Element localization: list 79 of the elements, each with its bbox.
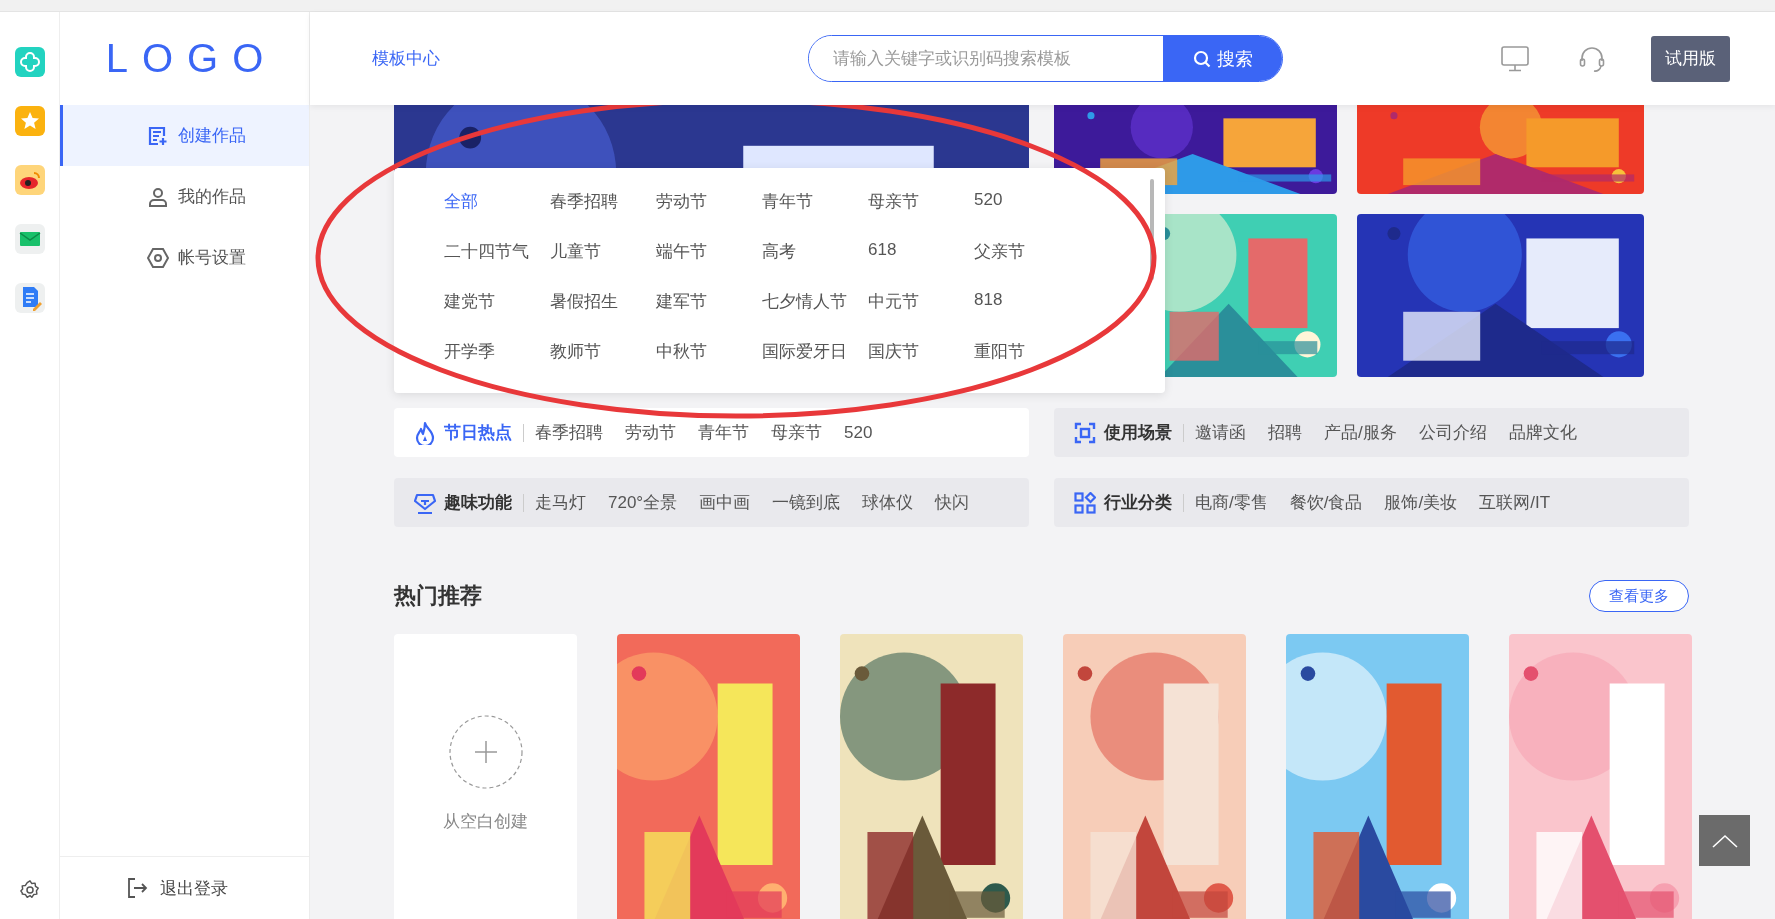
category-tag[interactable]: 公司介绍 (1418, 421, 1487, 444)
grid-icon (1074, 491, 1096, 514)
plus-circle-icon (447, 714, 524, 790)
category-tag[interactable]: 520 (844, 422, 873, 443)
category-tag[interactable]: 电商/零售 (1195, 491, 1268, 514)
category-option[interactable]: 建军节 (656, 290, 707, 313)
category-option[interactable]: 618 (868, 240, 897, 260)
section-title: 热门推荐 (394, 582, 482, 610)
category-option[interactable]: 劳动节 (656, 190, 707, 213)
category-tag[interactable]: 邀请函 (1195, 421, 1246, 444)
search-button[interactable]: 搜索 (1163, 36, 1282, 81)
settings-icon[interactable] (18, 879, 41, 901)
category-title: 行业分类 (1104, 492, 1172, 514)
flame-icon (414, 420, 436, 445)
category-option[interactable]: 中秋节 (656, 340, 707, 363)
eye-logo-icon[interactable] (14, 165, 45, 195)
category-tag[interactable]: 服饰/美妆 (1384, 491, 1458, 514)
category-option[interactable]: 七夕情人节 (762, 290, 847, 313)
category-title: 节日热点 (444, 422, 512, 444)
category-tag[interactable]: 春季招聘 (535, 421, 603, 444)
scrollbar[interactable] (1150, 179, 1154, 280)
sidebar-item[interactable]: 我的作品 (60, 166, 309, 227)
category-option[interactable]: 教师节 (550, 340, 601, 363)
category-tag[interactable]: 快闪 (935, 491, 970, 514)
category-title: 使用场景 (1104, 422, 1172, 444)
category-tag[interactable]: 球体仪 (862, 491, 914, 514)
back-to-top-button[interactable] (1699, 815, 1750, 866)
category-tag[interactable]: 劳动节 (625, 421, 676, 444)
category-option[interactable]: 全部 (444, 190, 478, 213)
mail-icon[interactable] (14, 224, 45, 254)
category-option[interactable]: 青年节 (762, 190, 813, 213)
category-tag[interactable]: 产品/服务 (1324, 421, 1397, 444)
category-title: 趣味功能 (444, 492, 512, 514)
category-option[interactable]: 端午节 (656, 240, 707, 263)
hexagon-icon (147, 246, 169, 269)
chevron-up-icon (1711, 833, 1738, 848)
logout-button[interactable]: 退出登录 (60, 856, 309, 919)
category-option[interactable]: 二十四节气 (444, 240, 529, 263)
scan-frame-icon (1074, 421, 1096, 444)
document-plus-icon (147, 124, 169, 147)
category-tag[interactable]: 720°全景 (608, 491, 678, 514)
category-tag[interactable]: 互联网/IT (1479, 491, 1551, 514)
category-option[interactable]: 重阳节 (974, 340, 1025, 363)
sidebar-item[interactable]: 帐号设置 (60, 227, 309, 288)
headset-icon[interactable] (1579, 44, 1605, 73)
template-center-link[interactable]: 模板中心 (372, 47, 440, 70)
user-icon (147, 185, 169, 208)
search-icon (1192, 49, 1211, 68)
monitor-icon[interactable] (1501, 45, 1529, 72)
category-tag[interactable]: 走马灯 (535, 491, 586, 514)
category-option[interactable]: 父亲节 (974, 240, 1025, 263)
sidebar-item[interactable]: 创建作品 (60, 105, 309, 166)
logout-icon (126, 877, 148, 899)
category-option[interactable]: 开学季 (444, 340, 495, 363)
category-option[interactable]: 中元节 (868, 290, 919, 313)
trial-version-badge[interactable]: 试用版 (1651, 35, 1730, 82)
logo-text: LOGO (105, 36, 278, 81)
category-option[interactable]: 高考 (762, 240, 796, 263)
category-option[interactable]: 母亲节 (868, 190, 919, 213)
category-option[interactable]: 818 (974, 290, 1003, 310)
category-tag[interactable]: 品牌文化 (1508, 421, 1577, 444)
category-tag[interactable]: 青年节 (698, 421, 749, 444)
document-edit-icon[interactable] (14, 283, 45, 313)
category-option[interactable]: 春季招聘 (550, 190, 618, 213)
category-tag[interactable]: 画中画 (699, 491, 751, 514)
category-tag[interactable]: 一镜到底 (772, 491, 841, 514)
category-option[interactable]: 520 (974, 190, 1003, 210)
category-option[interactable]: 暑假招生 (550, 290, 618, 313)
category-option[interactable]: 儿童节 (550, 240, 601, 263)
category-tag[interactable]: 餐饮/食品 (1289, 491, 1363, 514)
category-option[interactable]: 建党节 (444, 290, 495, 313)
category-tag[interactable]: 招聘 (1268, 421, 1302, 444)
clover-app-icon[interactable] (14, 47, 45, 77)
search-field[interactable]: 请输入关键字或识别码搜索模板 搜索 (808, 35, 1283, 82)
blank-create-card[interactable]: 从空白创建 (394, 634, 577, 919)
category-option[interactable]: 国际爱牙日 (762, 340, 847, 363)
category-option[interactable]: 国庆节 (868, 340, 919, 363)
category-tag[interactable]: 母亲节 (771, 421, 822, 444)
view-more-button[interactable]: 查看更多 (1589, 580, 1689, 612)
